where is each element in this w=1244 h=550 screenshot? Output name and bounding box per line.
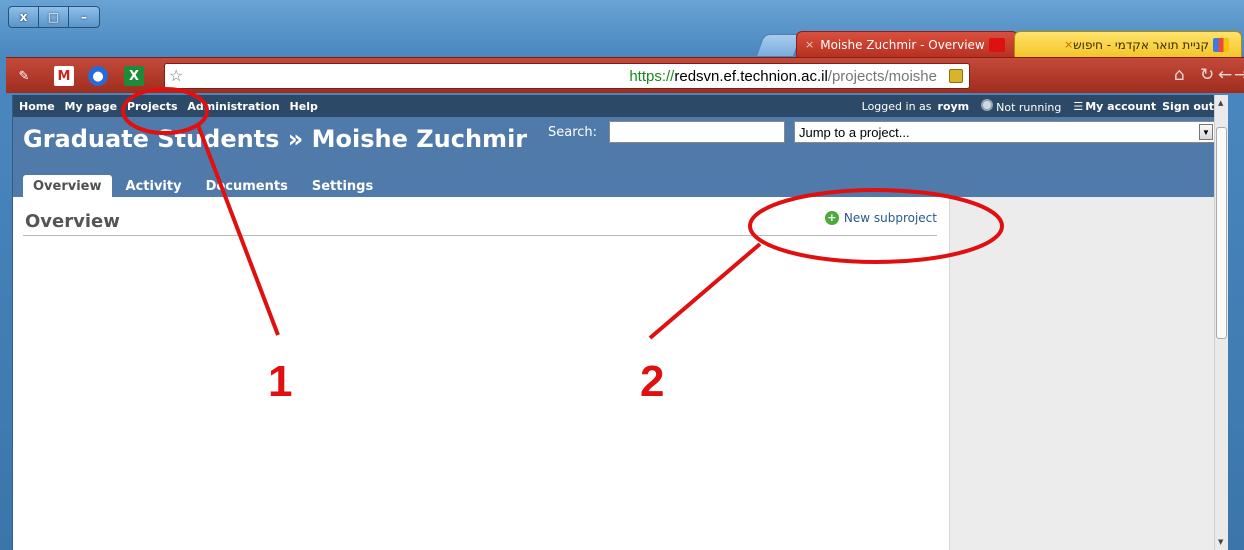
tab-activity[interactable]: Activity	[116, 175, 192, 197]
sidebar	[949, 197, 1217, 550]
redmine-favicon-icon	[988, 37, 1005, 52]
menu-help[interactable]: Help	[290, 100, 318, 113]
spreadsheet-icon[interactable]: X	[124, 66, 144, 86]
reload-icon[interactable]: ↻	[1200, 65, 1214, 85]
close-window-button[interactable]: x	[9, 7, 39, 27]
menu-sign-out[interactable]: Sign out	[1162, 100, 1214, 113]
page-title: Graduate Students » Moishe Zuchmir	[23, 125, 528, 153]
close-tab-icon[interactable]: ×	[805, 38, 814, 51]
browser-toolbar: ✎ M ● X ☆ https://redsvn.ef.technion.ac.…	[6, 57, 1244, 93]
tab-title: קניית תואר אקדמי - חיפוש	[1073, 37, 1209, 52]
back-icon[interactable]: →	[1234, 65, 1244, 85]
jump-to-project-select[interactable]: Jump to a project... ▼	[794, 121, 1216, 143]
tab-documents[interactable]: Documents	[196, 175, 298, 197]
main-content: Overview + New subproject	[13, 197, 949, 550]
browser-tab-other[interactable]: קניית תואר אקדמי - חיפוש ×	[1014, 31, 1242, 57]
forward-icon[interactable]: ←	[1218, 65, 1232, 85]
project-header: Graduate Students » Moishe Zuchmir Searc…	[13, 117, 1228, 197]
logged-in-user[interactable]: roym	[938, 100, 970, 113]
search-label: Search:	[548, 125, 598, 140]
section-heading: Overview	[25, 211, 120, 232]
scroll-thumb[interactable]	[1216, 127, 1227, 339]
window-controls: x □ –	[8, 6, 100, 28]
menu-projects[interactable]: Projects	[127, 100, 178, 113]
minimize-window-button[interactable]: –	[69, 7, 99, 27]
scroll-up-icon[interactable]: ▲	[1218, 99, 1223, 107]
top-menu: Home My page Projects Administration Hel…	[13, 95, 1228, 117]
gmail-icon[interactable]: M	[54, 66, 74, 86]
lock-icon	[949, 69, 963, 83]
tab-overview[interactable]: Overview	[23, 175, 112, 197]
divider	[23, 235, 937, 236]
timer-icon	[981, 98, 994, 111]
browser-tab-active[interactable]: × Moishe Zuchmir - Overview	[796, 31, 1018, 57]
menu-my-account[interactable]: My account	[1085, 100, 1156, 113]
tab-settings[interactable]: Settings	[302, 175, 383, 197]
project-tabs: Overview Activity Documents Settings	[23, 175, 383, 197]
timer-status[interactable]: Not running	[996, 101, 1061, 114]
new-subproject-link[interactable]: + New subproject	[824, 211, 937, 225]
logged-in-label: Logged in as	[861, 99, 932, 113]
tab-title: Moishe Zuchmir - Overview	[820, 37, 985, 52]
address-bar[interactable]: ☆ https://redsvn.ef.technion.ac.il/proje…	[164, 63, 970, 89]
list-icon: ☰	[1073, 99, 1084, 113]
google-favicon-icon	[1213, 37, 1229, 52]
chevron-down-icon[interactable]: ▼	[1199, 124, 1213, 140]
menu-home[interactable]: Home	[19, 100, 55, 113]
extension-icon[interactable]: ●	[88, 66, 108, 86]
close-tab-icon[interactable]: ×	[1064, 38, 1073, 51]
menu-administration[interactable]: Administration	[187, 100, 279, 113]
browser-frame: x □ – × Moishe Zuchmir - Overview קניית …	[0, 0, 1244, 550]
home-icon[interactable]: ⌂	[1174, 65, 1185, 85]
wrench-icon[interactable]: ✎	[14, 66, 34, 86]
menu-my-page[interactable]: My page	[65, 100, 118, 113]
bookmark-star-icon[interactable]: ☆	[169, 66, 183, 86]
web-page: Home My page Projects Administration Hel…	[12, 95, 1228, 550]
add-icon: +	[824, 211, 839, 225]
maximize-window-button[interactable]: □	[39, 7, 69, 27]
search-input[interactable]	[609, 121, 785, 143]
scroll-down-icon[interactable]: ▼	[1218, 538, 1223, 546]
scrollbar[interactable]: ▲ ▼	[1214, 95, 1228, 550]
